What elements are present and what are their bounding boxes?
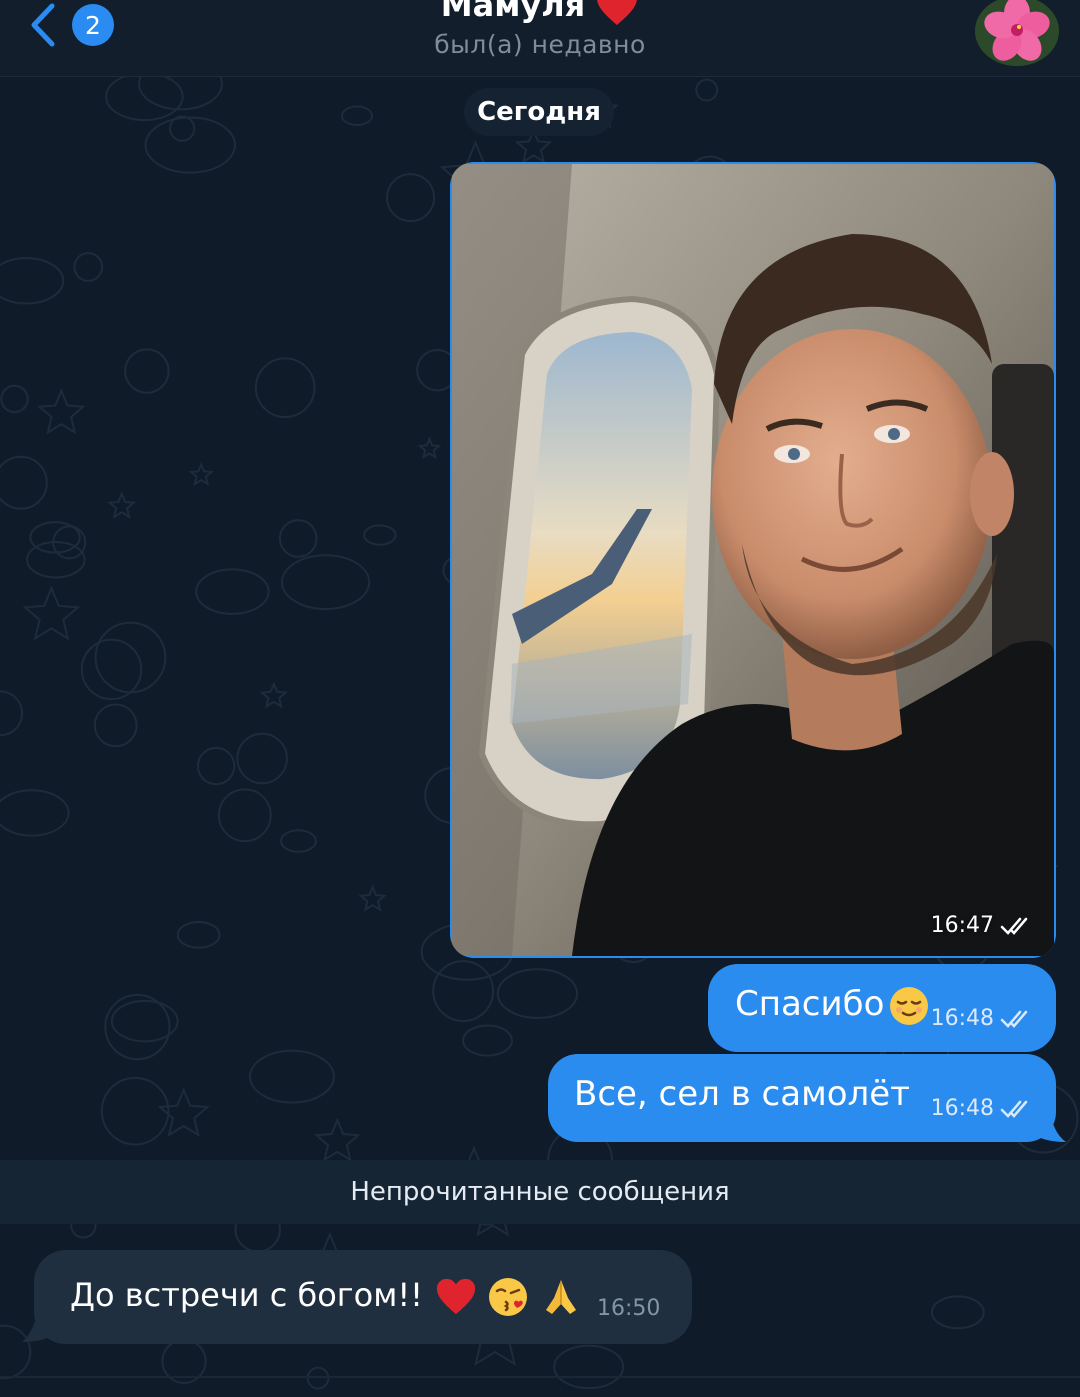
wallpaper-doodle [236,732,288,785]
incoming-message-bubble[interactable]: До встречи с богом!! 16:50 [34,1250,692,1344]
wallpaper-doodle [259,681,289,709]
wallpaper-doodle [363,524,397,546]
selfie-airplane-photo [452,164,1054,956]
message-time: 16:48 [930,1096,994,1121]
wallpaper-doodle [157,1087,210,1138]
wallpaper-doodle [22,585,81,641]
wallpaper-doodle [169,115,196,142]
wallpaper-doodle [278,519,318,558]
red-heart-emoji [437,1278,476,1315]
photo-message[interactable]: 16:47 [450,162,1056,958]
wallpaper-doodle [144,116,237,174]
date-separator: Сегодня [464,88,614,136]
wallpaper-doodle [695,78,719,102]
divider [0,1376,1080,1378]
message-meta: 16:48 [931,1096,1034,1121]
face-blowing-kiss-emoji [489,1278,528,1316]
wallpaper-doodle [254,357,316,419]
wallpaper-doodle [195,568,270,615]
wallpaper-doodle [248,1049,335,1104]
outgoing-message-bubble[interactable]: Спасибо 16:48 [708,964,1056,1052]
wallpaper-doodle [280,829,317,853]
message-text: До встречи с богом!! [70,1276,423,1314]
outgoing-message-bubble[interactable]: Все, сел в самолёт 16:48 [548,1054,1056,1142]
contact-status: был(а) недавно [434,30,646,59]
wallpaper-doodle [110,999,179,1043]
wallpaper-doodle [217,788,272,843]
unread-messages-divider: Непрочитанные сообщения [0,1160,1080,1224]
message-time: 16:48 [930,1006,994,1031]
folded-hands-emoji [545,1280,576,1314]
message-text-line: До встречи с богом!! [70,1276,582,1318]
double-check-icon [1000,1100,1028,1118]
wallpaper-doodle [0,789,70,837]
contact-name: Мамуля [440,0,586,24]
wallpaper-doodle [100,1076,170,1146]
wallpaper-doodle [104,993,171,1061]
message-text: Все, сел в самолёт [574,1074,910,1114]
wallpaper-doodle [553,1344,625,1390]
contact-title[interactable]: Мамуля [0,0,1080,27]
bubble-tail [1030,1108,1066,1142]
message-text: Спасибо [735,984,885,1024]
wallpaper-doodle [314,1117,361,1162]
message-time: 16:47 [930,913,994,938]
wallpaper-doodle [930,1295,985,1330]
message-time: 16:50 [597,1296,661,1321]
wallpaper-doodle [280,554,371,610]
wallpaper-doodle [188,461,214,487]
wallpaper-doodle [0,384,29,414]
wallpaper-doodle [0,257,65,305]
wallpaper-doodle [176,920,221,949]
wallpaper-doodle [496,968,579,1019]
wallpaper-doodle [80,638,143,701]
wallpaper-doodle [386,173,436,223]
wallpaper-doodle [462,1024,513,1057]
wallpaper-doodle [73,252,104,282]
wallpaper-doodle [0,455,48,510]
wallpaper-doodle [306,1366,330,1390]
wallpaper-doodle [93,703,138,748]
wallpaper-doodle [107,491,137,519]
wallpaper-doodle [94,621,167,694]
message-text-line: Спасибо [735,984,930,1027]
wallpaper-doodle [340,105,374,127]
wallpaper-doodle [196,746,236,786]
chat-header: 2 Мамуля был(а) недавно [0,0,1080,77]
wallpaper-doodle [358,884,387,912]
double-check-icon [1000,917,1028,935]
wallpaper-doodle [124,348,170,394]
wallpaper-doodle [0,690,24,737]
red-heart-icon [597,0,638,25]
relieved-face-emoji [890,986,929,1025]
wallpaper-doodle [37,388,86,435]
message-meta: 16:48 [931,1006,1034,1031]
message-meta: 16:47 [931,913,1034,938]
double-check-icon [1000,1010,1028,1028]
wallpaper-doodle [432,960,495,1023]
wallpaper-doodle [417,436,442,460]
